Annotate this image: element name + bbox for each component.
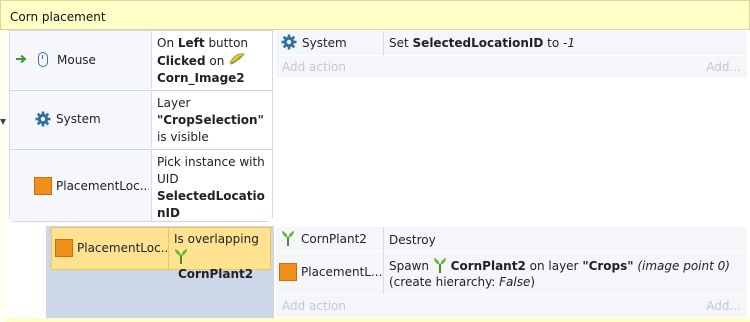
act-text-part: ) [530,275,536,289]
act-text-part: Destroy [389,233,436,247]
condition-object-cell[interactable]: Mouse [10,31,151,89]
cond-text-bold: Left [177,36,205,50]
action-text[interactable]: Spawn CornPlant2 on layer "Crops" (image… [383,252,747,294]
action-object-cell[interactable]: CornPlant2 [276,227,383,251]
condition-text[interactable]: Pick instance with UID SelectedLocationI… [151,150,272,221]
gear-icon [35,111,51,127]
sprout-icon [282,231,294,246]
act-text-part: Set [389,36,413,50]
condition-object-cell[interactable]: System [10,91,151,148]
orange-square-icon [55,239,73,257]
group-header[interactable]: Corn placement [0,0,750,30]
group-bottom-strip [6,318,750,322]
add-more-link[interactable]: Add... [706,299,741,313]
act-text-bold: CornPlant2 [450,259,526,273]
act-text-italic: False [499,275,531,289]
orange-square-icon [279,263,297,281]
collapse-triangle-icon[interactable] [0,119,6,125]
condition-text[interactable]: Layer "CropSelection" is visible [151,91,272,148]
action-row-system[interactable]: System Set SelectedLocationID to -1 [276,31,747,56]
cond-text-bold: CornPlant2 [178,267,254,281]
act-text-italic: -1 [563,36,575,50]
condition-text[interactable]: On Left button Clicked on Corn_Image2 [151,31,272,89]
cond-text-part: is visible [157,130,209,144]
cond-text-bold: "CropSelection" [157,113,264,127]
condition-object-label: PlacementLoc... [56,179,149,193]
condition-object-label: PlacementLoc... [77,241,168,255]
act-text-part: Spawn [389,259,433,273]
condition-text[interactable]: Is overlapping CornPlant2 [169,228,270,281]
group-left-bar [0,30,6,322]
trigger-arrow-icon [16,54,27,64]
mouse-icon [38,52,48,67]
condition-row-system[interactable]: System Layer "CropSelection" is visible [10,91,272,149]
act-text-italic: (image point 0) [633,259,730,273]
action-row-spawn[interactable]: PlacementL... Spawn CornPlant2 on layer … [276,252,747,294]
cond-text-part: Is overlapping [174,232,259,246]
sprout-icon [175,249,187,264]
action-object-label: CornPlant2 [301,232,367,246]
action-object-label: System [302,36,347,50]
cond-text-part: Layer [157,96,191,110]
add-action-link[interactable]: Add action [282,60,346,74]
action-row-cornplant[interactable]: CornPlant2 Destroy [276,227,747,252]
corn-image-icon [229,53,245,65]
group-title: Corn placement [10,10,106,24]
cond-text-part: button [204,36,249,50]
cond-text-part: on [205,54,229,68]
cond-text-bold: Corn_Image2 [157,71,245,85]
add-action-row[interactable]: Add action Add... [276,56,747,78]
cond-text-part: On [157,36,178,50]
act-text-part: to [543,36,563,50]
add-action-link[interactable]: Add action [282,299,346,313]
act-text-part: (create hierarchy: [389,275,500,289]
orange-square-icon [34,177,52,195]
action-text[interactable]: Set SelectedLocationID to -1 [383,31,747,55]
act-text-part: on layer [525,259,583,273]
act-text-bold: "Crops" [582,259,634,273]
condition-row-placement[interactable]: PlacementLoc... Pick instance with UID S… [10,150,272,221]
cond-text-part: Pick instance with UID [157,155,265,186]
action-object-cell[interactable]: System [276,31,383,55]
action-object-label: PlacementL... [301,265,383,279]
condition-object-cell[interactable]: PlacementLoc... [52,228,169,269]
action-object-cell[interactable]: PlacementL... [276,252,383,294]
cond-text-bold: Clicked [157,54,206,68]
cond-text-bold: SelectedLocationID [157,189,265,220]
gear-icon [281,34,297,50]
add-action-row[interactable]: Add action Add... [276,295,747,317]
condition-object-cell[interactable]: PlacementLoc... [10,150,151,221]
action-text[interactable]: Destroy [383,227,747,251]
condition-object-label: Mouse [57,53,96,67]
condition-row-mouse[interactable]: Mouse On Left button Clicked on Corn_Ima… [10,31,272,90]
add-more-link[interactable]: Add... [706,60,741,74]
condition-row-overlapping[interactable]: PlacementLoc... Is overlapping CornPlant… [51,227,271,281]
sprout-icon [433,258,446,273]
condition-object-label: System [56,112,101,126]
act-text-bold: SelectedLocationID [412,36,544,50]
